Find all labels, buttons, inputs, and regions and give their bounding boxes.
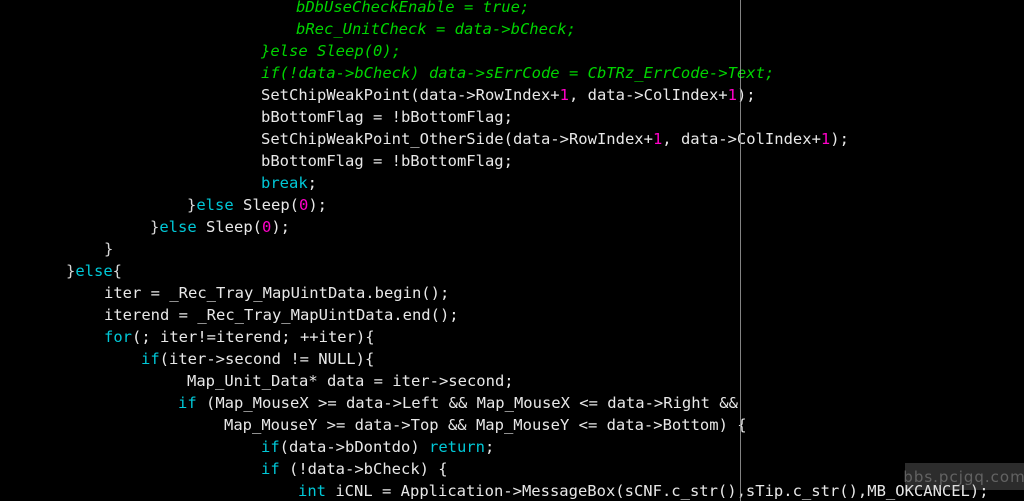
code-line[interactable]: SetChipWeakPoint_OtherSide(data->RowInde… [0, 128, 1024, 150]
code-token-brace: } [66, 262, 76, 280]
code-line[interactable]: if (Map_MouseX >= data->Left && Map_Mous… [0, 392, 1024, 414]
code-text-area[interactable]: bDbUseCheckEnable = true; bRec_UnitCheck … [0, 0, 1024, 501]
code-token-plain: bBottomFlag = !bBottomFlag; [261, 152, 513, 170]
code-line[interactable]: bBottomFlag = !bBottomFlag; [0, 106, 1024, 128]
code-line[interactable]: } [0, 238, 1024, 260]
code-token-plain: ); [308, 196, 328, 214]
code-token-plain: ); [736, 86, 756, 104]
code-token-plain: (iter->second != NULL){ [159, 350, 375, 368]
code-token-plain: ; [484, 438, 495, 456]
code-editor[interactable]: bDbUseCheckEnable = true; bRec_UnitCheck … [0, 0, 1024, 501]
code-token-plain: (Map_MouseX >= data->Left && Map_MouseX … [196, 394, 738, 412]
code-line[interactable]: if(!data->bCheck) data->sErrCode = CbTRz… [0, 62, 1024, 84]
code-token-plain: (!data->bCheck) { [279, 460, 448, 478]
code-token-brace: } [150, 218, 160, 236]
code-token-plain: ); [271, 218, 291, 236]
code-token-brace: } [104, 240, 114, 258]
code-token-number: 1 [727, 86, 737, 104]
code-token-green: }else Sleep(0); [261, 42, 401, 60]
code-token-plain: Map_Unit_Data* data = iter->second; [187, 372, 514, 390]
code-token-plain: bBottomFlag = !bBottomFlag; [261, 108, 513, 126]
code-token-number: 1 [652, 130, 663, 148]
code-line[interactable]: }else Sleep(0); [0, 216, 1024, 238]
code-token-keyword: else [159, 218, 197, 236]
code-token-number: 1 [820, 130, 831, 148]
code-line[interactable]: break; [0, 172, 1024, 194]
code-token-keyword: else [196, 196, 234, 214]
code-token-brace: } [187, 196, 197, 214]
code-token-plain: iter = _Rec_Tray_MapUintData.begin(); [104, 284, 450, 302]
code-line[interactable]: if(iter->second != NULL){ [0, 348, 1024, 370]
code-line[interactable]: Map_Unit_Data* data = iter->second; [0, 370, 1024, 392]
code-token-plain: iCNL = Application->MessageBox(sCNF.c_st… [326, 482, 989, 500]
code-token-type: int [298, 482, 326, 500]
code-token-plain: (; iter!=iterend; ++iter){ [132, 328, 375, 346]
code-line[interactable]: if (!data->bCheck) { [0, 458, 1024, 480]
code-token-keyword: break [261, 174, 308, 192]
code-line[interactable]: iterend = _Rec_Tray_MapUintData.end(); [0, 304, 1024, 326]
code-token-keyword: return [428, 438, 485, 456]
code-token-number: 0 [262, 218, 272, 236]
code-token-number: 0 [299, 196, 309, 214]
code-token-plain: , data->ColIndex+ [662, 130, 821, 148]
code-token-keyword: if [261, 460, 280, 478]
code-token-brace: { [112, 262, 123, 280]
code-line[interactable]: SetChipWeakPoint(data->RowIndex+1, data-… [0, 84, 1024, 106]
code-token-number: 1 [559, 86, 569, 104]
code-token-plain: Sleep( [196, 218, 262, 236]
code-line[interactable]: for(; iter!=iterend; ++iter){ [0, 326, 1024, 348]
code-token-plain: ; [307, 174, 318, 192]
code-token-plain: iterend = _Rec_Tray_MapUintData.end(); [104, 306, 459, 324]
code-token-keyword: else [75, 262, 113, 280]
code-line[interactable]: }else Sleep(0); [0, 40, 1024, 62]
code-line[interactable]: if(data->bDontdo) return; [0, 436, 1024, 458]
code-token-keyword: if [261, 438, 280, 456]
code-token-plain: Map_MouseY >= data->Top && Map_MouseY <=… [224, 416, 747, 434]
code-token-keyword: if [141, 350, 160, 368]
code-line[interactable]: int iCNL = Application->MessageBox(sCNF.… [0, 480, 1024, 501]
code-token-green: bRec_UnitCheck = data->bCheck; [296, 20, 576, 38]
code-token-plain: SetChipWeakPoint(data->RowIndex+ [261, 86, 560, 104]
code-line[interactable]: iter = _Rec_Tray_MapUintData.begin(); [0, 282, 1024, 304]
code-line[interactable]: bRec_UnitCheck = data->bCheck; [0, 18, 1024, 40]
code-token-plain: , data->ColIndex+ [568, 86, 728, 104]
code-line[interactable]: Map_MouseY >= data->Top && Map_MouseY <=… [0, 414, 1024, 436]
code-token-plain: ); [830, 130, 849, 148]
code-line[interactable]: bDbUseCheckEnable = true; [0, 0, 1024, 18]
code-token-keyword: for [104, 328, 132, 346]
code-line[interactable]: bBottomFlag = !bBottomFlag; [0, 150, 1024, 172]
code-token-plain: (data->bDontdo) [279, 438, 429, 456]
code-token-plain: SetChipWeakPoint_OtherSide(data->RowInde… [261, 130, 653, 148]
code-line[interactable]: }else{ [0, 260, 1024, 282]
code-token-green: if(!data->bCheck) data->sErrCode = CbTRz… [261, 64, 775, 82]
code-token-green: bDbUseCheckEnable = true; [296, 0, 530, 16]
code-line[interactable]: }else Sleep(0); [0, 194, 1024, 216]
code-token-keyword: if [178, 394, 197, 412]
code-token-plain: Sleep( [233, 196, 299, 214]
